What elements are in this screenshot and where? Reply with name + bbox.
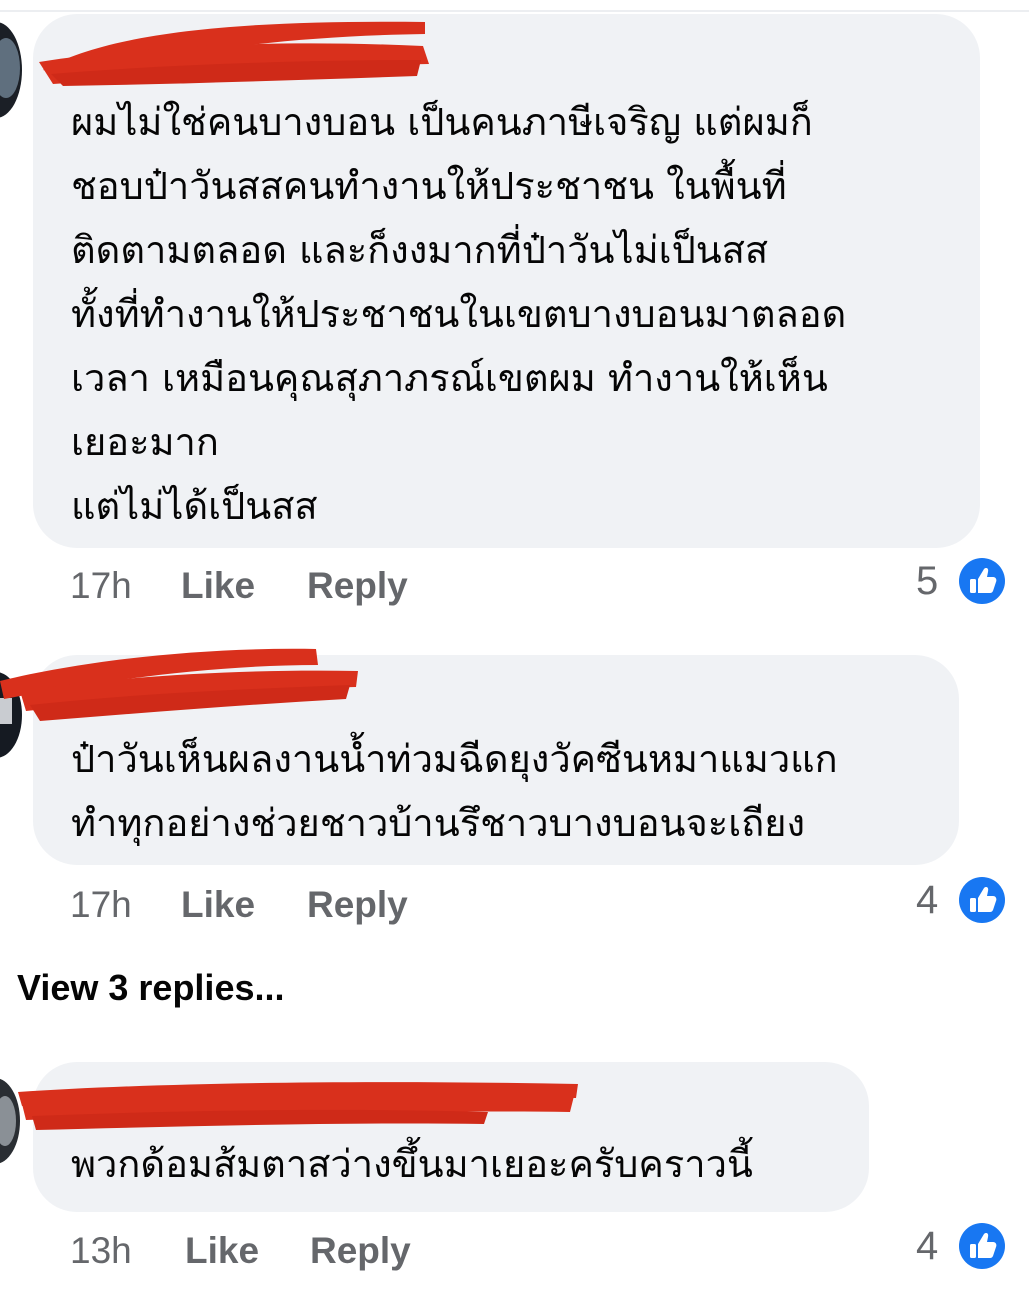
reaction-count[interactable]: 4 xyxy=(916,878,938,922)
comment-bubble: ผมไม่ใช่คนบางบอน เป็นคนภาษีเจริญ แต่ผมก็… xyxy=(33,14,980,548)
author-name-redaction xyxy=(0,648,358,721)
like-reaction-icon[interactable] xyxy=(958,557,1006,605)
view-replies-link[interactable]: View 3 replies... xyxy=(17,968,285,1008)
comment-text: ผมไม่ใช่คนบางบอน เป็นคนภาษีเจริญ แต่ผมก็… xyxy=(71,100,847,528)
comment-timestamp: 13h xyxy=(70,1230,132,1271)
like-button[interactable]: Like xyxy=(181,566,255,606)
reply-button[interactable]: Reply xyxy=(307,885,408,925)
reply-button[interactable]: Reply xyxy=(310,1231,411,1271)
avatar[interactable] xyxy=(0,1078,20,1164)
top-divider xyxy=(0,10,1029,12)
comment-timestamp: 17h xyxy=(70,565,132,606)
comment-text: ป๋าวันเห็นผลงานน้ำท่วมฉีดยุงวัคซีนหมาแมว… xyxy=(71,737,838,845)
reaction-count[interactable]: 4 xyxy=(916,1224,938,1268)
like-reaction-icon[interactable] xyxy=(958,876,1006,924)
like-button[interactable]: Like xyxy=(185,1231,259,1271)
comment-timestamp: 17h xyxy=(70,884,132,925)
comment-bubble: พวกด้อมส้มตาสว่างขึ้นมาเยอะครับคราวนี้ xyxy=(18,1062,869,1212)
like-button[interactable]: Like xyxy=(181,885,255,925)
reaction-count[interactable]: 5 xyxy=(916,559,938,603)
reply-button[interactable]: Reply xyxy=(307,566,408,606)
avatar[interactable] xyxy=(0,22,22,118)
author-name-redaction xyxy=(39,21,429,86)
like-reaction-icon[interactable] xyxy=(958,1222,1006,1270)
comment-bubble: ป๋าวันเห็นผลงานน้ำท่วมฉีดยุงวัคซีนหมาแมว… xyxy=(0,648,959,865)
comment-text: พวกด้อมส้มตาสว่างขึ้นมาเยอะครับคราวนี้ xyxy=(71,1142,753,1186)
